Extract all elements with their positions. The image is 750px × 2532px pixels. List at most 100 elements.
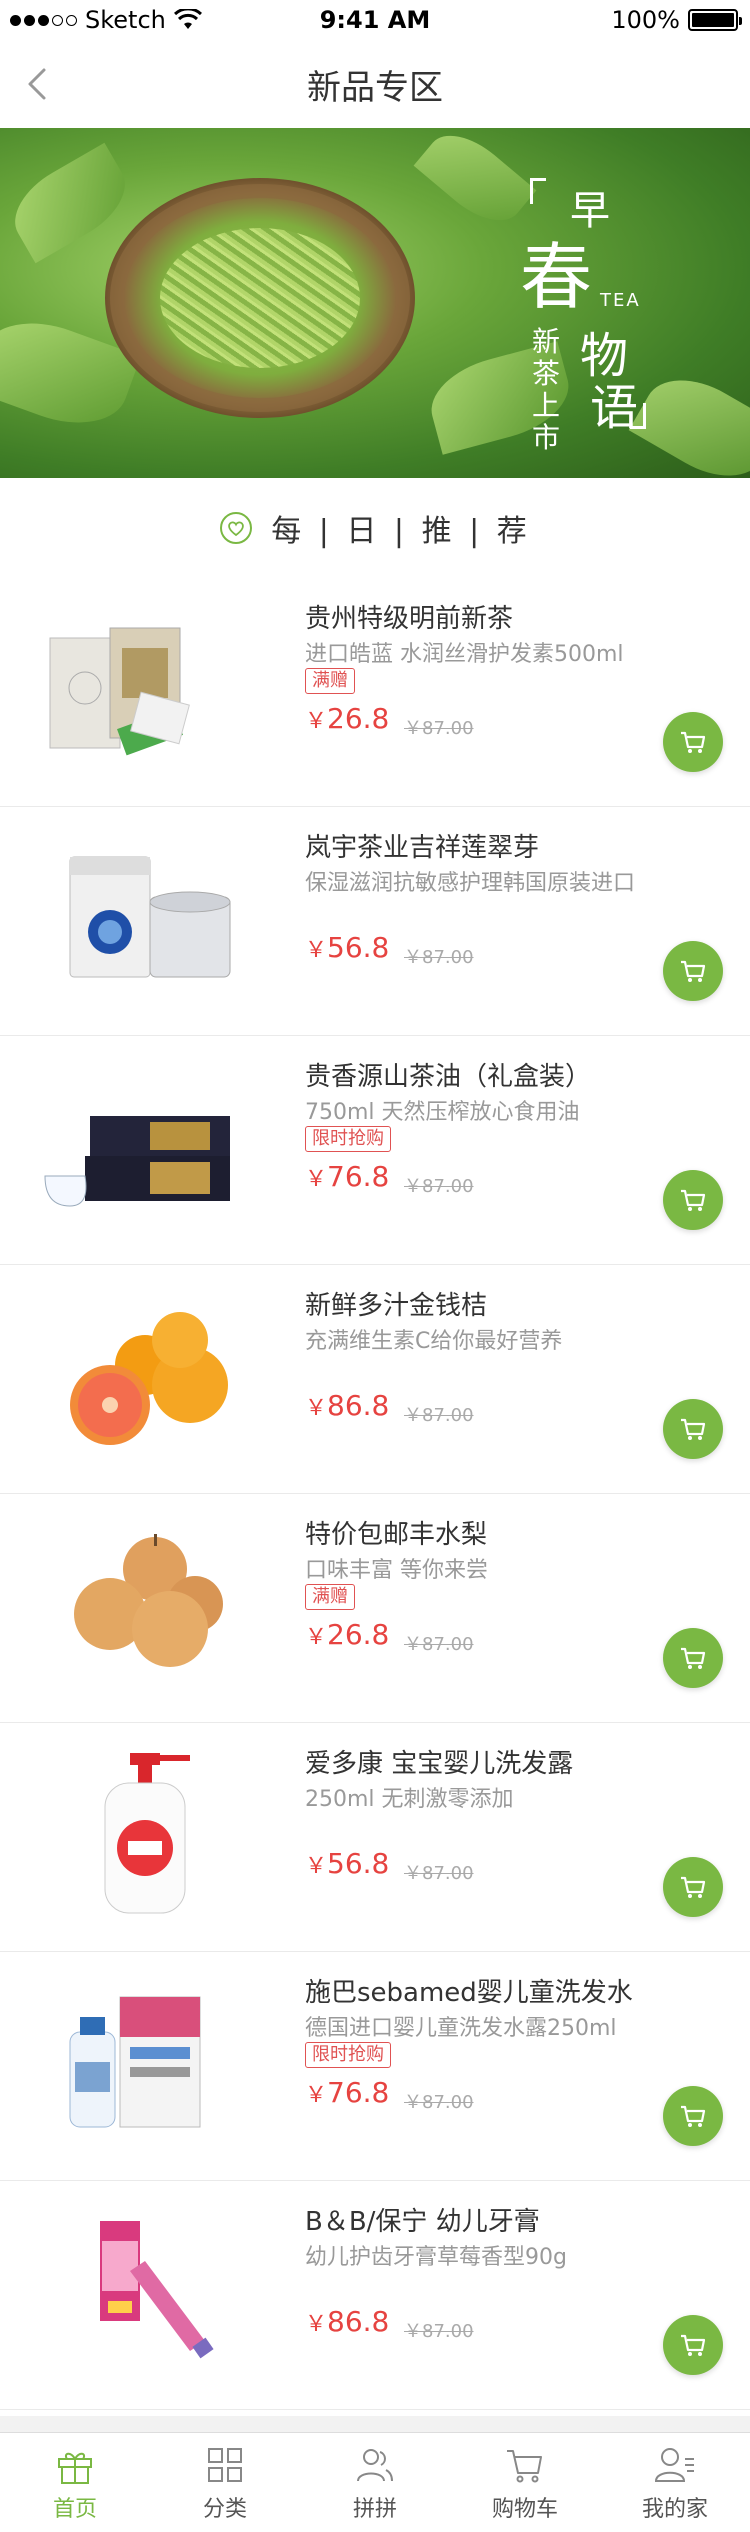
tab-group-buy[interactable]: 拼拼 (300, 2433, 450, 2532)
navigation-bar: 新品专区 (0, 40, 750, 128)
promo-tag: 满赠 (305, 1584, 355, 1610)
product-description: 750ml 天然压榨放心食用油 (305, 1100, 580, 1125)
cart-icon (681, 1189, 706, 1211)
tab-label: 我的家 (641, 2496, 708, 2522)
product-name: B＆B/保宁 幼儿牙膏 (305, 2207, 540, 2237)
product-card[interactable]: 贵州特级明前新茶 进口皓蓝 水润丝滑护发素500ml 满赠 ￥26.8 ￥87.… (0, 578, 750, 807)
product-price: ￥86.8 (305, 2305, 389, 2338)
product-name: 岚宇茶业吉祥莲翠芽 (305, 833, 540, 863)
add-to-cart-button[interactable] (663, 712, 723, 772)
product-price: ￥86.8 (305, 1389, 389, 1422)
original-price: ￥87.00 (404, 1863, 474, 1884)
product-price: ￥76.8 (305, 1160, 389, 1193)
price-value: 26.8 (327, 702, 390, 735)
back-chevron-icon[interactable] (18, 62, 58, 106)
tab-home[interactable]: 首页 (0, 2433, 150, 2532)
leaf-decoration (0, 142, 140, 264)
price-value: 76.8 (327, 2076, 390, 2109)
add-to-cart-button[interactable] (663, 1857, 723, 1917)
product-description: 保湿滋润抗敏感护理韩国原装进口 (305, 871, 636, 896)
add-to-cart-button[interactable] (663, 941, 723, 1001)
cart-icon (681, 1418, 706, 1440)
currency-symbol: ￥ (305, 709, 328, 734)
promo-tag: 限时抢购 (305, 1126, 391, 1152)
currency-symbol: ￥ (305, 938, 328, 963)
add-to-cart-button[interactable] (663, 2315, 723, 2375)
product-price: ￥26.8 (305, 1618, 389, 1651)
page-title: 新品专区 (307, 67, 443, 108)
banner-char-chun: 春 (520, 235, 593, 319)
add-to-cart-button[interactable] (663, 2086, 723, 2146)
tab-label: 购物车 (491, 2496, 558, 2522)
cart-icon (507, 2449, 542, 2482)
currency-symbol: ￥ (305, 2083, 328, 2108)
tab-label: 首页 (52, 2496, 97, 2522)
product-price: ￥76.8 (305, 2076, 389, 2109)
cart-icon (681, 2334, 706, 2356)
currency-symbol: ￥ (305, 1167, 328, 1192)
price-value: 86.8 (327, 1389, 390, 1422)
bracket-decoration (530, 178, 546, 204)
product-description: 250ml 无刺激零添加 (305, 1787, 514, 1812)
product-name: 贵香源山茶油（礼盒装） (305, 1062, 592, 1092)
promo-tag: 满赠 (305, 668, 355, 694)
profile-icon (654, 2447, 694, 2482)
bottom-tab-bar: 首页 分类 拼拼 购物车 我的家 (0, 2432, 750, 2532)
product-card[interactable]: 贵香源山茶油（礼盒装） 750ml 天然压榨放心食用油 限时抢购 ￥76.8 ￥… (0, 1036, 750, 1265)
original-price: ￥87.00 (404, 1405, 474, 1426)
product-description: 进口皓蓝 水润丝滑护发素500ml (305, 642, 624, 667)
original-price: ￥87.00 (404, 718, 474, 739)
orange-product-image (70, 1312, 228, 1445)
tab-bar-separator (0, 2416, 750, 2432)
cart-icon (681, 1876, 706, 1898)
product-description: 幼儿护齿牙膏草莓香型90g (305, 2245, 567, 2270)
promo-banner[interactable]: 早 春 TEA 物 语 新茶上市 (0, 128, 750, 478)
gift-icon (58, 2452, 92, 2484)
tab-profile[interactable]: 我的家 (600, 2433, 750, 2532)
toothpaste-product-image (100, 2221, 214, 2359)
product-card[interactable]: 新鲜多汁金钱桔 充满维生素C给你最好营养 ￥86.8 ￥87.00 (0, 1265, 750, 1494)
group-icon (357, 2448, 393, 2481)
bracket-decoration (630, 403, 646, 429)
cart-icon (681, 2105, 706, 2127)
product-description: 德国进口婴儿童洗发水露250ml (305, 2016, 617, 2041)
leaf-decoration (413, 128, 537, 237)
product-description: 充满维生素C给你最好营养 (305, 1329, 563, 1354)
tab-label: 拼拼 (352, 2496, 397, 2522)
original-price: ￥87.00 (404, 2321, 474, 2342)
tea-box-product-image (49, 627, 190, 756)
add-to-cart-button[interactable] (663, 1628, 723, 1688)
tab-cart[interactable]: 购物车 (450, 2433, 600, 2532)
tea-leaves-image (160, 228, 360, 368)
add-to-cart-button[interactable] (663, 1170, 723, 1230)
banner-subtitle: 新茶上市 (532, 325, 561, 454)
price-value: 26.8 (327, 1618, 390, 1651)
product-price: ￥56.8 (305, 1847, 389, 1880)
product-card[interactable]: 爱多康 宝宝婴儿洗发露 250ml 无刺激零添加 ￥56.8 ￥87.00 (0, 1723, 750, 1952)
price-value: 86.8 (327, 2305, 390, 2338)
tab-category[interactable]: 分类 (150, 2433, 300, 2532)
product-card[interactable]: B＆B/保宁 幼儿牙膏 幼儿护齿牙膏草莓香型90g ￥86.8 ￥87.00 (0, 2181, 750, 2410)
price-value: 56.8 (327, 1847, 390, 1880)
product-name: 特价包邮丰水梨 (305, 1520, 488, 1550)
pear-product-image (74, 1534, 223, 1667)
add-to-cart-button[interactable] (663, 1399, 723, 1459)
shampoo-bottle-product-image (104, 1753, 190, 1914)
product-description: 口味丰富 等你来尝 (305, 1558, 488, 1583)
status-bar: Sketch 9:41 AM 100% (0, 0, 750, 40)
cart-icon (681, 731, 706, 753)
oil-giftbox-product-image (44, 1116, 230, 1207)
original-price: ￥87.00 (404, 947, 474, 968)
product-card[interactable]: 施巴sebamed婴儿童洗发水 德国进口婴儿童洗发水露250ml 限时抢购 ￥7… (0, 1952, 750, 2181)
original-price: ￥87.00 (404, 2092, 474, 2113)
cart-icon (681, 1647, 706, 1669)
product-card[interactable]: 岚宇茶业吉祥莲翠芽 保湿滋润抗敏感护理韩国原装进口 ￥56.8 ￥87.00 (0, 807, 750, 1036)
product-card[interactable]: 特价包邮丰水梨 口味丰富 等你来尝 满赠 ￥26.8 ￥87.00 (0, 1494, 750, 1723)
original-price: ￥87.00 (404, 1634, 474, 1655)
product-name: 贵州特级明前新茶 (305, 604, 514, 634)
tea-tin-product-image (69, 856, 231, 978)
banner-calligraphy: 早 春 TEA 物 语 新茶上市 (520, 178, 646, 454)
currency-symbol: ￥ (305, 1396, 328, 1421)
price-value: 56.8 (327, 931, 390, 964)
currency-symbol: ￥ (305, 2312, 328, 2337)
